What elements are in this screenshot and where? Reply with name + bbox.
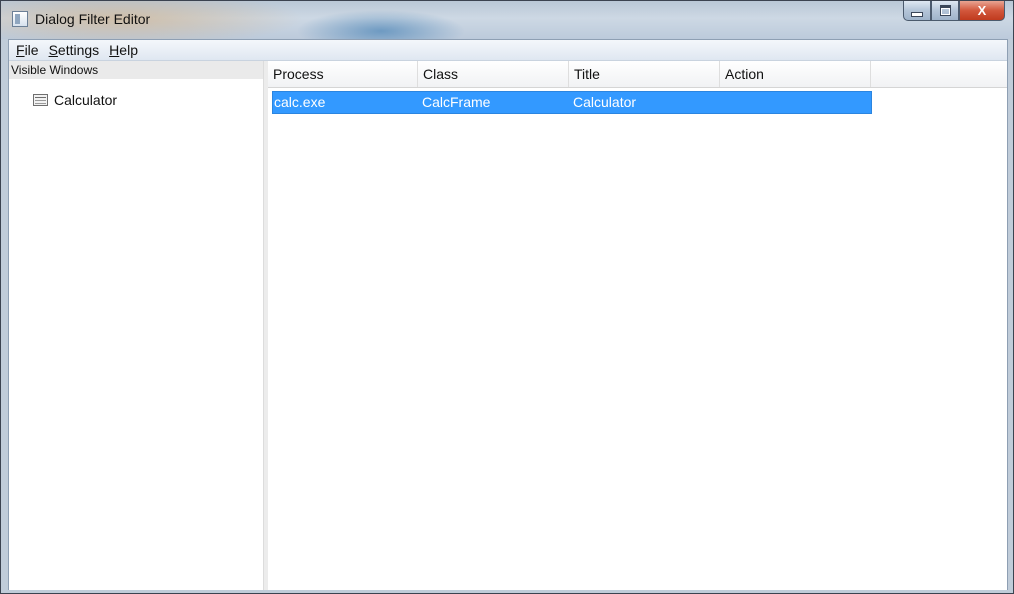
visible-windows-panel: Visible Windows Calculator xyxy=(9,61,263,590)
column-header-class[interactable]: Class xyxy=(418,61,569,87)
menu-file[interactable]: File xyxy=(11,40,44,61)
maximize-icon xyxy=(939,5,951,16)
menu-settings-accel: S xyxy=(48,41,58,58)
tree-item-label: Calculator xyxy=(54,92,118,108)
list-header: Process Class Title Action xyxy=(268,61,1007,88)
menu-help-accel: H xyxy=(109,41,120,58)
menu-help-label: elp xyxy=(119,41,138,58)
cell-class: CalcFrame xyxy=(422,94,491,110)
cell-title: Calculator xyxy=(573,94,637,110)
menu-help[interactable]: Help xyxy=(104,40,143,61)
app-icon[interactable] xyxy=(12,11,28,27)
app-window: Dialog Filter Editor X File Settings Hel… xyxy=(0,0,1014,594)
visible-windows-header: Visible Windows xyxy=(9,61,263,79)
menu-bar: File Settings Help xyxy=(9,40,1007,61)
menu-file-label: ile xyxy=(24,41,39,58)
window-icon xyxy=(33,94,48,106)
maximize-button[interactable] xyxy=(931,1,959,21)
title-bar[interactable]: Dialog Filter Editor X xyxy=(1,1,1013,39)
menu-file-accel: F xyxy=(16,41,25,58)
close-icon: X xyxy=(977,3,987,18)
table-row[interactable]: calc.exe CalcFrame Calculator xyxy=(272,91,872,114)
column-header-title[interactable]: Title xyxy=(569,61,720,87)
minimize-icon xyxy=(911,11,923,17)
window-title: Dialog Filter Editor xyxy=(35,11,151,27)
caption-buttons: X xyxy=(903,1,1005,21)
minimize-button[interactable] xyxy=(903,1,931,21)
client-area: File Settings Help Visible Windows Calcu… xyxy=(8,39,1008,590)
cell-process: calc.exe xyxy=(274,94,326,110)
close-button[interactable]: X xyxy=(959,1,1005,21)
menu-settings[interactable]: Settings xyxy=(44,40,105,61)
dialog-filter-list: Process Class Title Action calc.exe Calc… xyxy=(268,61,1007,590)
cell-action xyxy=(723,92,871,113)
column-header-process[interactable]: Process xyxy=(268,61,418,87)
menu-settings-label: ettings xyxy=(57,41,100,58)
column-header-action[interactable]: Action xyxy=(720,61,871,87)
tree-item-calculator[interactable]: Calculator xyxy=(33,91,117,109)
